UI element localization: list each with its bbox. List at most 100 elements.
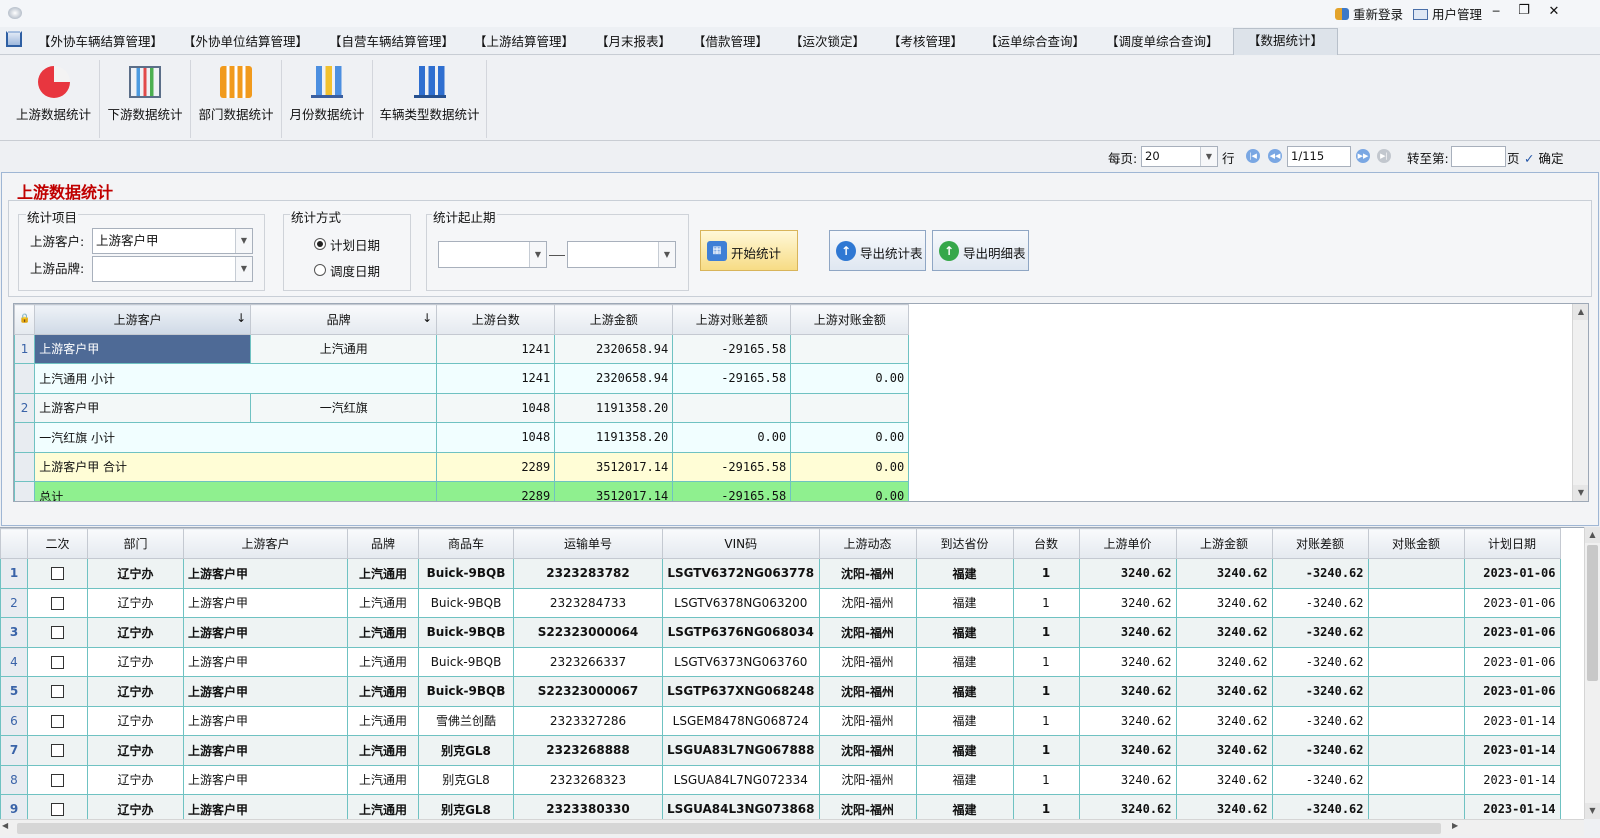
unit-price-cell[interactable]: 3240.62 [1078,735,1177,766]
brand-cell[interactable]: 上汽通用 [347,705,419,736]
car-model-cell[interactable]: Buick-9BQB [418,558,514,589]
customer-cell[interactable]: 上游客户甲 [183,735,348,766]
detail-vertical-scrollbar[interactable]: ▲ ▼ [1584,527,1600,819]
province-cell[interactable]: 福建 [915,764,1014,795]
amount-cell[interactable]: 3512017.14 [554,481,674,501]
count-cell[interactable]: 2289 [436,481,556,501]
col-header-route[interactable]: 上游动态 [818,528,917,559]
department-cell[interactable]: 辽宁办 [87,794,184,819]
customer-cell[interactable]: 上游客户甲 [183,705,348,736]
diff-cell[interactable]: -3240.62 [1271,587,1369,618]
customer-cell[interactable]: 上游客户甲 [183,617,348,648]
vin-cell[interactable]: LSGUA83L7NG067888 [662,735,820,766]
table-row[interactable]: 1 辽宁办 上游客户甲 上汽通用 Buick-9BQB 2323283782 LSGTV63… [0,558,1561,589]
detail-horizontal-scrollbar[interactable]: ◀ ▶ [0,819,1584,836]
unit-price-cell[interactable]: 3240.62 [1078,617,1177,648]
plan-date-cell[interactable]: 2023-01-14 [1463,705,1561,736]
customer-cell[interactable]: 上游客户甲 [183,676,348,707]
end-date-picker[interactable]: ▼ [567,241,676,268]
scroll-up-icon[interactable]: ▲ [1585,527,1600,543]
start-date-picker[interactable]: ▼ [438,241,547,268]
brand-cell[interactable]: 一汽红旗 [250,392,438,423]
quantity-cell[interactable]: 1 [1012,794,1080,819]
vin-cell[interactable]: LSGEM8478NG068724 [662,705,820,736]
customer-cell[interactable]: 上游客户甲 [183,558,348,589]
col-header-customer[interactable]: 上游客户 [183,528,348,559]
col-header-recon[interactable]: 对账金额 [1367,528,1465,559]
brand-cell[interactable]: 上汽通用 [347,617,419,648]
menu-data-statistics[interactable]: 【数据统计】 [1233,28,1339,55]
checkbox[interactable] [51,773,64,787]
secondary-checkbox-cell[interactable] [27,587,88,618]
scroll-down-icon[interactable]: ▼ [1573,485,1588,501]
table-row[interactable]: 8 辽宁办 上游客户甲 上汽通用 别克GL8 2323268323 LSGUA84L7NG0… [0,764,1561,795]
brand-cell[interactable]: 上汽通用 [347,676,419,707]
restore-button[interactable]: ❐ [1516,3,1532,18]
order-no-cell[interactable]: 2323268323 [513,764,663,795]
province-cell[interactable]: 福建 [915,617,1014,648]
department-cell[interactable]: 辽宁办 [87,587,184,618]
diff-cell[interactable]: -29165.58 [672,451,792,482]
recon-cell[interactable] [1367,617,1465,648]
department-cell[interactable]: 辽宁办 [87,558,184,589]
count-cell[interactable]: 1241 [436,363,556,394]
order-no-cell[interactable]: S22323000067 [513,676,663,707]
secondary-checkbox-cell[interactable] [27,735,88,766]
department-cell[interactable]: 辽宁办 [87,705,184,736]
route-cell[interactable]: 沈阳-福州 [818,794,917,819]
summary-row[interactable]: 1 上游客户甲 上汽通用 1241 2320658.94 -29165.58 [14,333,910,364]
checkbox[interactable] [51,744,64,758]
table-row[interactable]: 9 辽宁办 上游客户甲 上汽通用 别克GL8 2323380330 LSGUA84L3NG0… [0,794,1561,819]
province-cell[interactable]: 福建 [915,587,1014,618]
diff-cell[interactable]: -3240.62 [1271,646,1369,677]
brand-cell[interactable]: 上汽通用 [347,587,419,618]
brand-cell[interactable]: 上汽通用 [347,794,419,819]
department-stats-button[interactable]: 部门数据统计 [191,60,282,138]
menu-loan[interactable]: 【借款管理】 [693,31,768,53]
recon-cell[interactable] [1367,558,1465,589]
route-cell[interactable]: 沈阳-福州 [818,705,917,736]
col-header-department[interactable]: 部门 [87,528,184,559]
amount-cell[interactable]: 1191358.20 [554,392,674,423]
col-header-brand[interactable]: 品牌 ↓ [250,304,438,335]
car-model-cell[interactable]: Buick-9BQB [418,587,514,618]
col-header-province[interactable]: 到达省份 [915,528,1014,559]
vin-cell[interactable]: LSGTV6373NG063760 [662,646,820,677]
amount-cell[interactable]: 1191358.20 [554,422,674,453]
quantity-cell[interactable]: 1 [1012,558,1080,589]
unit-price-cell[interactable]: 3240.62 [1078,587,1177,618]
plan-date-label[interactable]: 计划日期 [330,235,380,254]
count-cell[interactable]: 1048 [436,422,556,453]
user-management-button[interactable]: 用户管理 [1413,4,1482,22]
amount-cell[interactable]: 3240.62 [1175,705,1273,736]
summary-vertical-scrollbar[interactable]: ▲ ▼ [1572,304,1588,501]
order-no-cell[interactable]: 2323283782 [513,558,663,589]
order-no-cell[interactable]: 2323266337 [513,646,663,677]
province-cell[interactable]: 福建 [915,558,1014,589]
downstream-stats-button[interactable]: 下游数据统计 [100,60,191,138]
menu-outsource-vehicle[interactable]: 【外协车辆结算管理】 [38,31,163,53]
department-cell[interactable]: 辽宁办 [87,735,184,766]
scroll-down-icon[interactable]: ▼ [1585,803,1600,819]
count-cell[interactable]: 1241 [436,333,556,364]
route-cell[interactable]: 沈阳-福州 [818,617,917,648]
diff-cell[interactable]: -29165.58 [672,481,792,501]
lock-icon[interactable]: 🔒 [14,304,36,335]
brand-cell[interactable]: 上汽通用 [347,764,419,795]
group-label-cell[interactable]: 总计 [34,481,438,501]
upstream-stats-button[interactable]: 上游数据统计 [8,60,100,138]
department-cell[interactable]: 辽宁办 [87,676,184,707]
unit-price-cell[interactable]: 3240.62 [1078,646,1177,677]
secondary-checkbox-cell[interactable] [27,705,88,736]
amount-cell[interactable]: 3240.62 [1175,735,1273,766]
route-cell[interactable]: 沈阳-福州 [818,735,917,766]
menu-dispatch-query[interactable]: 【调度单综合查询】 [1106,31,1219,53]
secondary-checkbox-cell[interactable] [27,794,88,819]
vin-cell[interactable]: LSGTV6378NG063200 [662,587,820,618]
route-cell[interactable]: 沈阳-福州 [818,764,917,795]
quantity-cell[interactable]: 1 [1012,735,1080,766]
recon-cell[interactable] [1367,735,1465,766]
plan-date-cell[interactable]: 2023-01-06 [1463,558,1561,589]
first-page-icon[interactable]: |◀ [1246,149,1260,163]
scroll-thumb[interactable] [1587,545,1598,681]
